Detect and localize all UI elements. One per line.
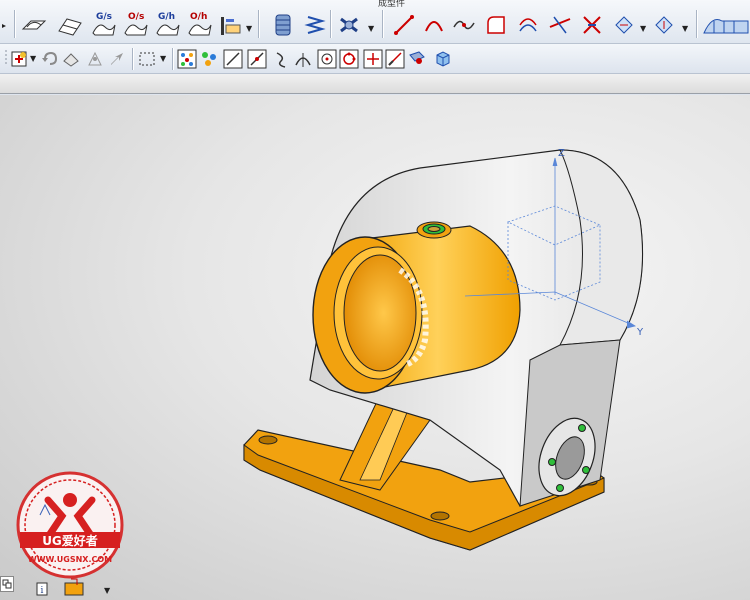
gs-label: G/s [96, 12, 113, 22]
quadrant-icon[interactable] [338, 48, 360, 70]
face-snap-icon[interactable] [406, 48, 428, 70]
slash-icon[interactable] [384, 48, 406, 70]
midpoint-icon[interactable] [246, 48, 268, 70]
view-orient-icon[interactable] [610, 12, 638, 38]
fillet-curve-icon[interactable] [482, 12, 510, 38]
cross-icon[interactable] [362, 48, 384, 70]
bottom-left-tools: i ▼ [0, 570, 130, 600]
part-model[interactable]: Z Y UG爱好者 WWW.UGSNX.COM [0, 95, 750, 600]
points-icon[interactable] [176, 48, 198, 70]
axis-y-label: Y [636, 327, 644, 338]
trim-curve-icon[interactable] [546, 12, 574, 38]
undo-icon[interactable] [38, 48, 60, 70]
arc-icon[interactable] [420, 12, 448, 38]
cluster-icon[interactable] [198, 48, 220, 70]
snap-toolbar: ▼ ▼ [0, 44, 750, 74]
select-box-icon[interactable] [136, 48, 158, 70]
flange-hole-3 [582, 466, 590, 474]
main-toolbar: 成型件 G/s O/s G/h O/h ▼ ▼ ▼ ▼ [0, 0, 750, 44]
base-hole-front [430, 511, 450, 521]
line-snap-icon[interactable] [222, 48, 244, 70]
arrow-move-icon[interactable] [106, 48, 128, 70]
graphics-viewport[interactable]: Z Y UG爱好者 WWW.UGSNX.COM [0, 95, 750, 600]
frame-info-icon[interactable] [218, 14, 244, 38]
cube-icon[interactable] [432, 48, 454, 70]
spring-icon[interactable] [270, 12, 296, 38]
os-label: O/s [128, 12, 145, 22]
wave-surface-icon[interactable] [20, 12, 48, 38]
offset-curve-icon[interactable] [514, 12, 542, 38]
view-rotate-icon[interactable] [650, 12, 678, 38]
watermark-brand: UG爱好者 [42, 533, 98, 548]
gh-label: G/h [158, 12, 176, 22]
flange-hole-1 [548, 458, 556, 466]
info-icon[interactable]: i [30, 578, 52, 598]
watermark-url: WWW.UGSNX.COM [28, 555, 112, 564]
transform-icon[interactable] [84, 48, 106, 70]
spline-icon[interactable] [450, 12, 478, 38]
toolbar-overflow-icon[interactable] [0, 16, 8, 36]
intersection-icon[interactable] [292, 48, 314, 70]
snap-add-icon[interactable] [8, 48, 30, 70]
axis-z-label: Z [558, 148, 565, 159]
svg-text:i: i [41, 586, 44, 596]
extend-curve-icon[interactable] [578, 12, 606, 38]
flange-hole-4 [556, 484, 564, 492]
curve-snap-icon[interactable] [270, 48, 292, 70]
cut-tool-icon[interactable] [336, 12, 364, 38]
layer-icon[interactable] [0, 576, 14, 592]
export-icon[interactable] [60, 576, 90, 598]
eraser-icon[interactable] [60, 48, 82, 70]
boss-bore [343, 254, 417, 372]
oh-label: O/h [190, 12, 208, 22]
coil-icon[interactable] [302, 12, 328, 38]
center-icon[interactable] [316, 48, 338, 70]
surface-ruled-icon[interactable] [56, 12, 84, 38]
base-hole-left [258, 435, 278, 445]
toolbar-title: 成型件 [378, 0, 406, 9]
surface-strip-icon[interactable] [702, 12, 750, 38]
flange-hole-2 [578, 424, 586, 432]
ugsnx-watermark: UG爱好者 WWW.UGSNX.COM [16, 471, 124, 579]
ribbon-divider [0, 74, 750, 94]
line-icon[interactable] [390, 12, 418, 38]
